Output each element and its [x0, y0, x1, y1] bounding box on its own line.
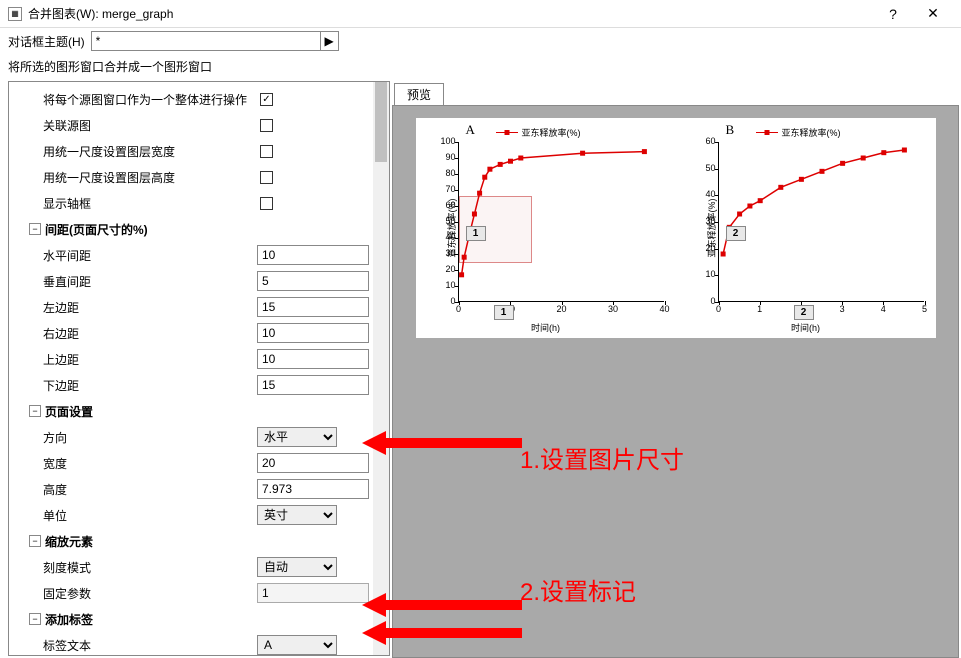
chart-b-legend: 亚东释放率(%): [756, 126, 841, 139]
theme-dropdown-icon[interactable]: ▶: [320, 32, 338, 50]
annotation-2: 2.设置标记: [520, 572, 636, 607]
lbl-height: 高度: [43, 481, 257, 498]
opt-uni-height: 用统一尺度设置图层高度: [43, 169, 260, 186]
chart-a: A 亚东释放率(%) 亚东释放率(%) 时间(h) 01020304050607…: [416, 118, 676, 338]
arrow-2b: [362, 618, 522, 651]
chart-b-title: B: [726, 122, 735, 138]
input-bottom[interactable]: [257, 375, 369, 395]
chart-a-xlabel: 时间(h): [531, 321, 560, 334]
chart-b-plot: 0102030405060012345: [718, 142, 924, 302]
scrollbar[interactable]: [373, 82, 389, 655]
tab-bar: 预览: [392, 81, 959, 105]
chart-area: A 亚东释放率(%) 亚东释放率(%) 时间(h) 01020304050607…: [416, 118, 936, 338]
tab-preview[interactable]: 预览: [394, 83, 444, 105]
lbl-fixed: 固定参数: [43, 585, 257, 602]
chart-a-plot: 0102030405060708090100010203040: [458, 142, 664, 302]
lbl-orientation: 方向: [43, 429, 257, 446]
section-spacing: 间距(页面尺寸的%): [45, 221, 369, 238]
toggle-spacing[interactable]: −: [29, 223, 41, 235]
lbl-scale-mode: 刻度模式: [43, 559, 257, 576]
layer-marker-1a[interactable]: 1: [466, 226, 486, 241]
theme-label: 对话框主题(H): [8, 33, 85, 50]
input-vgap[interactable]: [257, 271, 369, 291]
close-button[interactable]: ✕: [913, 0, 953, 28]
window-title: 合并图表(W): merge_graph: [28, 5, 873, 22]
toggle-label[interactable]: −: [29, 613, 41, 625]
toggle-scale[interactable]: −: [29, 535, 41, 547]
theme-bar: 对话框主题(H) ▶: [0, 28, 961, 54]
chk-show-frame[interactable]: [260, 197, 273, 210]
lbl-label-text: 标签文本: [43, 637, 257, 654]
lbl-bottom: 下边距: [43, 377, 257, 394]
toggle-page[interactable]: −: [29, 405, 41, 417]
theme-combobox[interactable]: ▶: [91, 31, 339, 51]
chk-uni-width[interactable]: [260, 145, 273, 158]
opt-show-frame: 显示轴框: [43, 195, 260, 212]
chk-link-source[interactable]: [260, 119, 273, 132]
select-unit[interactable]: 英寸: [257, 505, 337, 525]
description-text: 将所选的图形窗口合并成一个图形窗口: [0, 54, 961, 81]
titlebar: ▦ 合并图表(W): merge_graph ? ✕: [0, 0, 961, 28]
chart-b-legend-text: 亚东释放率(%): [782, 126, 841, 139]
select-scale-mode[interactable]: 自动: [257, 557, 337, 577]
layer-marker-2a[interactable]: 2: [726, 226, 746, 241]
lbl-unit: 单位: [43, 507, 257, 524]
chk-uni-height[interactable]: [260, 171, 273, 184]
lbl-left: 左边距: [43, 299, 257, 316]
preview-panel: 预览 A 亚东释放率(%) 亚东释放率(%) 时间(h) 01020304050…: [392, 81, 959, 658]
preview-area: A 亚东释放率(%) 亚东释放率(%) 时间(h) 01020304050607…: [392, 105, 959, 658]
layer-marker-1b[interactable]: 1: [494, 305, 514, 320]
section-label: 添加标签: [45, 611, 369, 628]
lbl-hgap: 水平间距: [43, 247, 257, 264]
lbl-right: 右边距: [43, 325, 257, 342]
lbl-vgap: 垂直间距: [43, 273, 257, 290]
layer-marker-2b[interactable]: 2: [794, 305, 814, 320]
lbl-top: 上边距: [43, 351, 257, 368]
select-orientation[interactable]: 水平: [257, 427, 337, 447]
theme-input[interactable]: [92, 32, 320, 50]
opt-treat-whole: 将每个源图窗口作为一个整体进行操作: [43, 91, 260, 108]
readonly-fixed: 1: [257, 583, 369, 603]
input-top[interactable]: [257, 349, 369, 369]
opt-link-source: 关联源图: [43, 117, 260, 134]
chart-a-title: A: [466, 122, 475, 138]
help-button[interactable]: ?: [873, 0, 913, 28]
chart-b-xlabel: 时间(h): [791, 321, 820, 334]
input-height[interactable]: [257, 479, 369, 499]
input-hgap[interactable]: [257, 245, 369, 265]
section-scale: 缩放元素: [45, 533, 369, 550]
input-width[interactable]: [257, 453, 369, 473]
chart-a-legend: 亚东释放率(%): [496, 126, 581, 139]
scrollbar-thumb[interactable]: [375, 82, 387, 162]
select-label-text[interactable]: A: [257, 635, 337, 655]
chk-treat-whole[interactable]: ✓: [260, 93, 273, 106]
chart-b: B 亚东释放率(%) 亚东释放率(%) 时间(h) 01020304050600…: [676, 118, 936, 338]
opt-uni-width: 用统一尺度设置图层宽度: [43, 143, 260, 160]
settings-panel: 将每个源图窗口作为一个整体进行操作✓ 关联源图 用统一尺度设置图层宽度 用统一尺…: [8, 81, 390, 656]
annotation-1: 1.设置图片尺寸: [520, 440, 684, 475]
input-right[interactable]: [257, 323, 369, 343]
app-icon: ▦: [8, 7, 22, 21]
lbl-width: 宽度: [43, 455, 257, 472]
arrow-1: [362, 428, 522, 461]
chart-a-legend-text: 亚东释放率(%): [522, 126, 581, 139]
input-left[interactable]: [257, 297, 369, 317]
section-page: 页面设置: [45, 403, 369, 420]
